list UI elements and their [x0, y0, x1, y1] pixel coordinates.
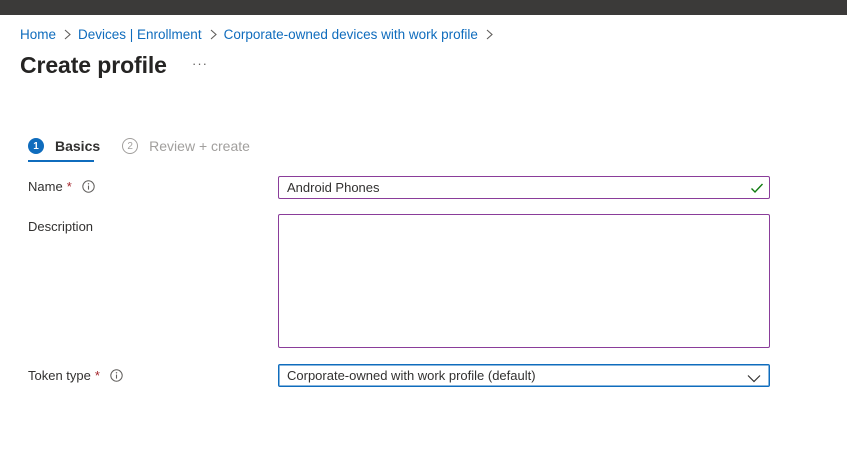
- name-input[interactable]: Android Phones: [278, 176, 770, 199]
- token-type-selected-value: Corporate-owned with work profile (defau…: [287, 368, 536, 383]
- step-label: Basics: [55, 138, 101, 154]
- wizard-step-basics[interactable]: 1 Basics: [28, 136, 101, 162]
- token-type-label-row: Token type *: [28, 368, 123, 383]
- wizard-steps: 1 Basics 2 Review + create: [28, 136, 272, 164]
- token-type-label: Token type: [28, 368, 91, 383]
- chevron-right-icon: [486, 29, 493, 40]
- checkmark-icon: [750, 181, 764, 198]
- token-type-dropdown[interactable]: Corporate-owned with work profile (defau…: [278, 364, 770, 387]
- required-marker: *: [66, 179, 72, 194]
- name-input-value: Android Phones: [287, 180, 380, 195]
- chevron-right-icon: [210, 29, 217, 40]
- breadcrumb: Home Devices | Enrollment Corporate-owne…: [20, 25, 500, 43]
- step-number-badge: 1: [28, 138, 44, 154]
- step-label: Review + create: [149, 138, 250, 154]
- required-marker: *: [94, 368, 100, 383]
- chevron-down-icon: [747, 371, 761, 386]
- name-label-row: Name *: [28, 179, 95, 194]
- active-step-indicator: [28, 160, 94, 162]
- breadcrumb-home[interactable]: Home: [20, 27, 56, 42]
- name-label: Name: [28, 179, 63, 194]
- description-label: Description: [28, 219, 94, 234]
- breadcrumb-devices-enrollment[interactable]: Devices | Enrollment: [78, 27, 202, 42]
- description-label-row: Description: [28, 219, 93, 234]
- top-bar: [0, 0, 847, 15]
- chevron-right-icon: [64, 29, 71, 40]
- page-title: Create profile: [20, 52, 167, 78]
- more-options-button[interactable]: ···: [190, 56, 210, 76]
- info-icon[interactable]: [82, 180, 95, 193]
- wizard-step-review-create[interactable]: 2 Review + create: [122, 136, 250, 156]
- description-textarea[interactable]: [278, 214, 770, 348]
- breadcrumb-corporate-owned[interactable]: Corporate-owned devices with work profil…: [224, 27, 478, 42]
- info-icon[interactable]: [110, 369, 123, 382]
- step-number-badge: 2: [122, 138, 139, 154]
